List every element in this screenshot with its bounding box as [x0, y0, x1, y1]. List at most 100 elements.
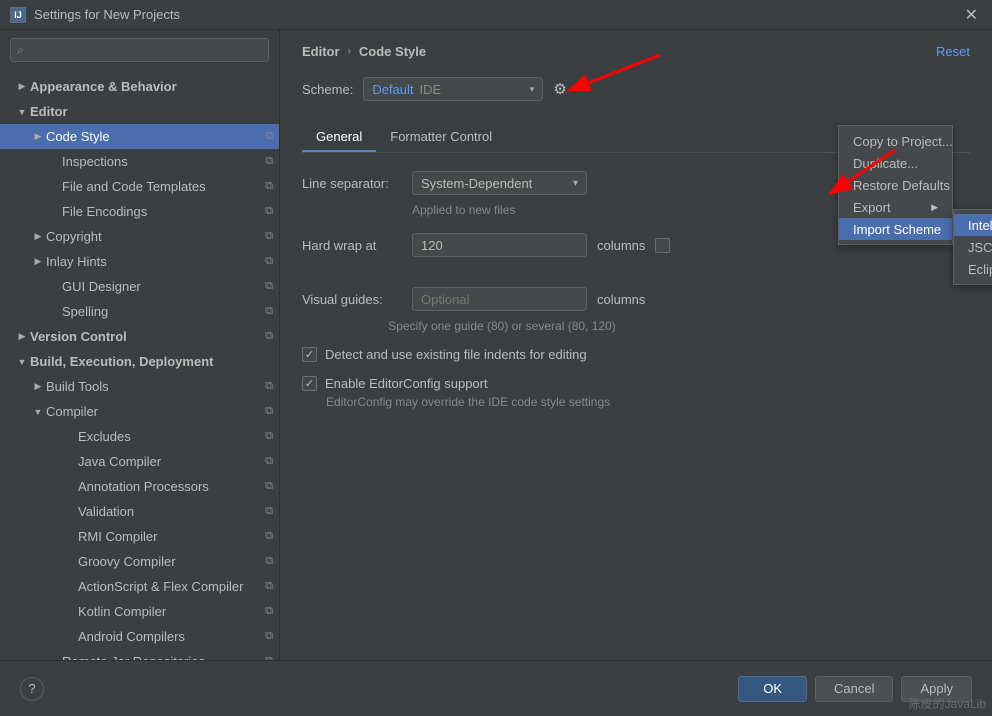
sidebar-item[interactable]: Spelling⧉: [0, 299, 279, 324]
copy-icon: ⧉: [265, 630, 273, 643]
sidebar-item-label: Build Tools: [46, 379, 265, 394]
menu-import-scheme[interactable]: Import Scheme▶: [839, 218, 952, 240]
sidebar-item-label: Kotlin Compiler: [78, 604, 265, 619]
chevron-right-icon: ▶: [911, 202, 938, 213]
chevron-icon: [30, 407, 46, 417]
chevron-icon: [30, 381, 46, 392]
search-icon: ⌕: [17, 43, 24, 58]
sidebar-item-label: Remote Jar Repositories: [62, 654, 265, 660]
sidebar-item-label: Java Compiler: [78, 454, 265, 469]
sidebar-item-label: Build, Execution, Deployment: [30, 354, 273, 369]
help-button[interactable]: ?: [20, 677, 44, 701]
columns-label: columns: [597, 238, 645, 253]
sidebar-item[interactable]: RMI Compiler⧉: [0, 524, 279, 549]
sidebar-item[interactable]: Remote Jar Repositories⧉: [0, 649, 279, 660]
line-separator-select[interactable]: System-Dependent: [412, 171, 587, 195]
tab-general[interactable]: General: [302, 123, 376, 152]
chevron-icon: [30, 131, 46, 142]
window-title: Settings for New Projects: [34, 7, 961, 22]
menu-intellij-xml[interactable]: IntelliJ IDEA code style XML: [954, 214, 992, 236]
sidebar-item[interactable]: Inspections⧉: [0, 149, 279, 174]
sidebar-item[interactable]: Build, Execution, Deployment: [0, 349, 279, 374]
wrap-checkbox[interactable]: [655, 238, 670, 253]
sidebar-item[interactable]: Inlay Hints⧉: [0, 249, 279, 274]
sidebar-item-label: Groovy Compiler: [78, 554, 265, 569]
chevron-down-icon: ▾: [530, 84, 535, 95]
search-input[interactable]: ⌕: [10, 38, 269, 62]
chevron-icon: [14, 331, 30, 342]
sidebar: ⌕ Appearance & BehaviorEditorCode Style⧉…: [0, 30, 280, 660]
scheme-value: Default: [372, 82, 413, 97]
copy-icon: ⧉: [265, 180, 273, 193]
copy-icon: ⧉: [265, 280, 273, 293]
copy-icon: ⧉: [265, 605, 273, 618]
sidebar-item[interactable]: Java Compiler⧉: [0, 449, 279, 474]
sidebar-item[interactable]: Validation⧉: [0, 499, 279, 524]
sidebar-item[interactable]: Groovy Compiler⧉: [0, 549, 279, 574]
import-scheme-submenu: IntelliJ IDEA code style XML JSCS config…: [953, 209, 992, 285]
ok-button[interactable]: OK: [738, 676, 807, 702]
visual-guides-hint: Specify one guide (80) or several (80, 1…: [302, 319, 702, 333]
gear-icon[interactable]: ⚙: [553, 80, 566, 98]
sidebar-item-label: Compiler: [46, 404, 265, 419]
detect-indents-checkbox[interactable]: [302, 347, 317, 362]
menu-eclipse-xml[interactable]: Eclipse XML Profile: [954, 258, 992, 280]
sidebar-item[interactable]: Appearance & Behavior: [0, 74, 279, 99]
menu-copy-to-project[interactable]: Copy to Project...: [839, 130, 952, 152]
settings-tree: Appearance & BehaviorEditorCode Style⧉In…: [0, 70, 279, 660]
breadcrumb-item: Code Style: [359, 44, 426, 59]
sidebar-item[interactable]: Annotation Processors⧉: [0, 474, 279, 499]
breadcrumb: Editor › Code Style: [302, 44, 426, 59]
copy-icon: ⧉: [265, 255, 273, 268]
sidebar-item[interactable]: Excludes⧉: [0, 424, 279, 449]
chevron-icon: [14, 107, 30, 117]
sidebar-item-label: Code Style: [46, 129, 265, 144]
sidebar-item[interactable]: ActionScript & Flex Compiler⧉: [0, 574, 279, 599]
tab-formatter-control[interactable]: Formatter Control: [376, 123, 506, 152]
sidebar-item[interactable]: Build Tools⧉: [0, 374, 279, 399]
menu-duplicate[interactable]: Duplicate...: [839, 152, 952, 174]
sidebar-item[interactable]: Code Style⧉: [0, 124, 279, 149]
copy-icon: ⧉: [265, 555, 273, 568]
copy-icon: ⧉: [265, 130, 273, 143]
editorconfig-checkbox[interactable]: [302, 376, 317, 391]
sidebar-item[interactable]: Version Control⧉: [0, 324, 279, 349]
copy-icon: ⧉: [265, 330, 273, 343]
visual-guides-input[interactable]: [412, 287, 587, 311]
sidebar-item-label: Inspections: [62, 154, 265, 169]
sidebar-item-label: Spelling: [62, 304, 265, 319]
sidebar-item-label: Copyright: [46, 229, 265, 244]
footer: ? OK Cancel Apply: [0, 660, 992, 716]
close-icon[interactable]: ✕: [961, 5, 982, 25]
sidebar-item[interactable]: Android Compilers⧉: [0, 624, 279, 649]
sidebar-item[interactable]: GUI Designer⧉: [0, 274, 279, 299]
menu-export[interactable]: Export▶: [839, 196, 952, 218]
sidebar-item[interactable]: Copyright⧉: [0, 224, 279, 249]
scheme-label: Scheme:: [302, 82, 353, 97]
sidebar-item-label: RMI Compiler: [78, 529, 265, 544]
reset-link[interactable]: Reset: [936, 44, 970, 59]
sidebar-item-label: Android Compilers: [78, 629, 265, 644]
copy-icon: ⧉: [265, 405, 273, 418]
sidebar-item[interactable]: Editor: [0, 99, 279, 124]
sidebar-item[interactable]: Compiler⧉: [0, 399, 279, 424]
copy-icon: ⧉: [265, 505, 273, 518]
sidebar-item[interactable]: File Encodings⧉: [0, 199, 279, 224]
hard-wrap-input[interactable]: [412, 233, 587, 257]
sidebar-item[interactable]: Kotlin Compiler⧉: [0, 599, 279, 624]
cancel-button[interactable]: Cancel: [815, 676, 893, 702]
menu-restore-defaults[interactable]: Restore Defaults: [839, 174, 952, 196]
sidebar-item[interactable]: File and Code Templates⧉: [0, 174, 279, 199]
sidebar-item-label: Inlay Hints: [46, 254, 265, 269]
chevron-right-icon: ›: [348, 46, 351, 57]
menu-jscs-config[interactable]: JSCS config file: [954, 236, 992, 258]
copy-icon: ⧉: [265, 530, 273, 543]
copy-icon: ⧉: [265, 230, 273, 243]
sidebar-item-label: Validation: [78, 504, 265, 519]
chevron-icon: [30, 256, 46, 267]
editorconfig-label: Enable EditorConfig support: [325, 376, 488, 391]
detect-indents-label: Detect and use existing file indents for…: [325, 347, 587, 362]
copy-icon: ⧉: [265, 455, 273, 468]
copy-icon: ⧉: [265, 430, 273, 443]
scheme-select[interactable]: Default IDE ▾: [363, 77, 543, 101]
